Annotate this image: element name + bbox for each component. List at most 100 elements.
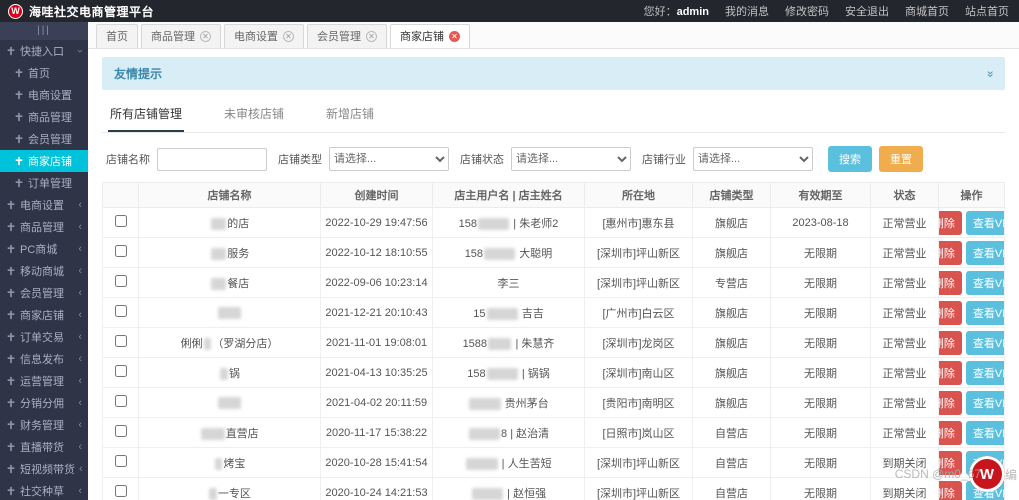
tab-电商设置[interactable]: 电商设置 ✕ (224, 24, 304, 48)
search-button[interactable]: 搜索 (828, 146, 872, 172)
row-checkbox[interactable] (114, 425, 127, 437)
sidebar-group-运营管理[interactable]: 运营管理 ‹ (0, 370, 88, 392)
sidebar-collapse-button[interactable]: ||| (0, 22, 88, 40)
sidebar-group-订单交易[interactable]: 订单交易 ‹ (0, 326, 88, 348)
delete-button[interactable]: 删除 (939, 480, 962, 500)
row-checkbox[interactable] (114, 365, 127, 377)
store-name-cell: ██服务 (138, 237, 321, 268)
topnav-item-站点首页[interactable]: 站点首页 (965, 6, 1009, 18)
owner-cell: ████ | 人生苦短 (432, 447, 585, 478)
sidebar-item-label: 会员管理 (28, 134, 72, 146)
view-vr-button[interactable]: 查看VR (965, 210, 1004, 235)
view-vr-button[interactable]: 查看VR (965, 300, 1004, 325)
view-vr-button[interactable]: 查看VR (965, 420, 1004, 445)
tab-close-icon[interactable]: ✕ (449, 30, 460, 42)
sidebar-group-分销分佣[interactable]: 分销分佣 ‹ (0, 392, 88, 414)
tab-close-icon[interactable]: ✕ (283, 30, 294, 42)
banner-collapse-icon[interactable]: « (983, 70, 997, 77)
topnav-item-修改密码[interactable]: 修改密码 (785, 6, 829, 18)
delete-button[interactable]: 删除 (939, 360, 962, 385)
store-type-select[interactable]: 请选择... (329, 147, 449, 171)
row-checkbox[interactable] (114, 485, 127, 497)
sidebar-group-会员管理[interactable]: 会员管理 ‹ (0, 282, 88, 304)
sidebar-group-移动商城[interactable]: 移动商城 ‹ (0, 260, 88, 282)
cell-text: 一专区 (217, 487, 251, 500)
table-row: ██餐店2022-09-06 10:23:14李三[深圳市]坪山新区专营店无限期… (102, 267, 1005, 298)
reset-button[interactable]: 重置 (879, 146, 923, 172)
sidebar-group-快捷入口[interactable]: 快捷入口 ‹ (0, 40, 88, 62)
row-checkbox[interactable] (114, 455, 127, 467)
tab-首页[interactable]: 首页 (96, 24, 138, 48)
actions-cell: 编辑删除查看VR装修 (938, 327, 1005, 358)
row-checkbox[interactable] (114, 395, 127, 407)
subtab-未审核店铺[interactable]: 未审核店铺 (222, 101, 286, 132)
topnav-item-商城首页[interactable]: 商城首页 (905, 6, 949, 18)
cell-text: 158 (467, 367, 486, 380)
store-name-input[interactable] (157, 147, 267, 171)
topnav-item-我的消息[interactable]: 我的消息 (725, 6, 769, 18)
tab-商品管理[interactable]: 商品管理 ✕ (141, 24, 221, 48)
delete-button[interactable]: 删除 (939, 210, 962, 235)
action-buttons: 编辑删除查看VR装修 (939, 210, 1004, 235)
column-header-操作: 操作 (938, 182, 1005, 208)
row-checkbox[interactable] (114, 335, 127, 347)
tab-商家店铺[interactable]: 商家店铺 ✕ (390, 24, 470, 48)
tab-label: 会员管理 (317, 31, 361, 43)
sidebar-item-订单管理[interactable]: 订单管理 (0, 172, 88, 194)
view-vr-button[interactable]: 查看VR (965, 390, 1004, 415)
sidebar-group-电商设置[interactable]: 电商设置 ‹ (0, 194, 88, 216)
chevron-left-icon: ‹ (78, 353, 82, 365)
view-vr-button[interactable]: 查看VR (965, 480, 1004, 500)
chevron-down-icon: ‹ (74, 49, 87, 53)
sidebar-item-首页[interactable]: 首页 (0, 62, 88, 84)
cell-text: （罗湖分店） (212, 337, 279, 350)
store-type-cell: 旗舰店 (692, 207, 771, 238)
row-checkbox[interactable] (114, 215, 127, 227)
row-checkbox[interactable] (114, 275, 127, 287)
view-vr-button[interactable]: 查看VR (965, 330, 1004, 355)
checkbox-cell (102, 297, 139, 328)
sidebar-item-商品管理[interactable]: 商品管理 (0, 106, 88, 128)
sidebar-group-商品管理[interactable]: 商品管理 ‹ (0, 216, 88, 238)
table-header-row: 店铺名称 创建时间 店主用户名 | 店主姓名 所在地 店铺类型 有效期至 状态 操作 (102, 182, 1005, 208)
store-type-cell: 旗舰店 (692, 387, 771, 418)
sidebar-group-商家店铺[interactable]: 商家店铺 ‹ (0, 304, 88, 326)
view-vr-button[interactable]: 查看VR (965, 360, 1004, 385)
sidebar-group-PC商城[interactable]: PC商城 ‹ (0, 238, 88, 260)
tab-会员管理[interactable]: 会员管理 ✕ (307, 24, 387, 48)
delete-button[interactable]: 删除 (939, 390, 962, 415)
sidebar-item-商家店铺[interactable]: 商家店铺 (0, 150, 88, 172)
row-checkbox[interactable] (114, 305, 127, 317)
sidebar-group-财务管理[interactable]: 财务管理 ‹ (0, 414, 88, 436)
row-checkbox[interactable] (114, 245, 127, 257)
store-industry-select[interactable]: 请选择... (693, 147, 813, 171)
tab-label: 商品管理 (151, 31, 195, 43)
delete-button[interactable]: 删除 (939, 420, 962, 445)
topnav-item-安全退出[interactable]: 安全退出 (845, 6, 889, 18)
validity-cell: 无限期 (770, 417, 871, 448)
sidebar-group-信息发布[interactable]: 信息发布 ‹ (0, 348, 88, 370)
view-vr-button[interactable]: 查看VR (965, 270, 1004, 295)
subtab-所有店铺管理[interactable]: 所有店铺管理 (108, 101, 185, 132)
sidebar-item-电商设置[interactable]: 电商设置 (0, 84, 88, 106)
sidebar-group-label: 快捷入口 (20, 46, 64, 58)
delete-button[interactable]: 删除 (939, 300, 962, 325)
store-status-select[interactable]: 请选择... (511, 147, 631, 171)
created-time-cell: 2021-11-01 19:08:01 (320, 327, 433, 358)
tab-close-icon[interactable]: ✕ (366, 30, 377, 42)
sidebar-item-会员管理[interactable]: 会员管理 (0, 128, 88, 150)
sidebar-group-直播带货[interactable]: 直播带货 ‹ (0, 436, 88, 458)
delete-button[interactable]: 删除 (939, 330, 962, 355)
sidebar-group-短视频带货[interactable]: 短视频带货 ‹ (0, 458, 88, 480)
delete-button[interactable]: 删除 (939, 240, 962, 265)
view-vr-button[interactable]: 查看VR (965, 240, 1004, 265)
tab-close-icon[interactable]: ✕ (200, 30, 211, 42)
sidebar-group-社交种草[interactable]: 社交种草 ‹ (0, 480, 88, 500)
validity-cell: 无限期 (770, 267, 871, 298)
store-name-cell: █烤宝 (138, 447, 321, 478)
subtab-新增店铺[interactable]: 新增店铺 (324, 101, 376, 132)
redacted-text: ████ (486, 367, 518, 380)
view-vr-button[interactable]: 查看VR (965, 450, 1004, 475)
delete-button[interactable]: 删除 (939, 270, 962, 295)
delete-button[interactable]: 删除 (939, 450, 962, 475)
